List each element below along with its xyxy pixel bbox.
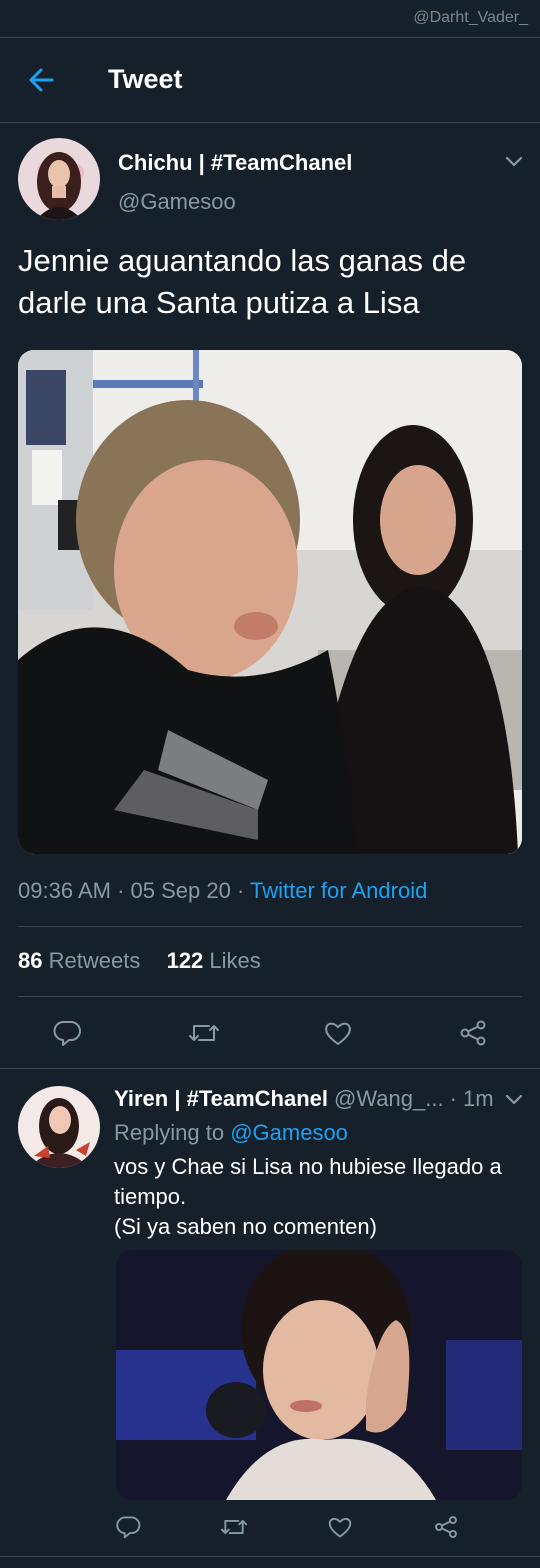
reply-time: · 1m [449,1086,494,1111]
reply-share-button[interactable] [433,1514,459,1545]
back-button[interactable] [22,60,62,100]
reply-text: vos y Chae si Lisa no hubiese llegado a … [114,1154,502,1239]
reply-menu-button[interactable] [503,1088,525,1110]
tweet-stats: 86 Retweets 122 Likes [18,948,261,974]
avatar[interactable] [18,138,100,220]
meta-separator: · [117,878,131,903]
tweet-source-link[interactable]: Twitter for Android [250,878,427,903]
like-button[interactable] [323,1018,353,1053]
reply-reply-button[interactable] [116,1514,142,1545]
retweets-stat[interactable]: 86 Retweets [18,948,146,973]
divider [0,1556,540,1557]
tweet-timestamp: 09:36 AM · 05 Sep 20 · Twitter for Andro… [18,878,427,904]
heart-icon [328,1517,352,1538]
avatar-image [18,1086,100,1168]
meta-separator: · [236,878,251,903]
watermark: @Darht_Vader_ [413,9,528,26]
divider [18,926,522,927]
divider [0,1068,540,1069]
share-button[interactable] [458,1018,488,1053]
heart-icon [325,1022,351,1045]
chevron-down-icon [505,1094,523,1105]
retweet-button[interactable] [187,1018,221,1053]
share-icon [435,1516,457,1538]
likes-count: 122 [166,948,204,973]
reply-icon [116,1516,141,1539]
retweet-icon [189,1025,219,1041]
divider [0,122,540,123]
reply-handle[interactable]: @Wang_... [334,1086,444,1112]
retweets-label: Retweets [48,948,141,973]
reply-author-row: Yiren | #TeamChanel @Wang_... · 1m [114,1086,494,1112]
chevron-down-icon [505,156,523,167]
page-title: Tweet [108,64,183,94]
arrow-left-icon [29,68,54,92]
reply-retweet-button[interactable] [219,1514,249,1545]
author-display-name[interactable]: Chichu | #TeamChanel [118,150,352,176]
replying-to: Replying to @Gamesoo [114,1120,348,1146]
likes-label: Likes [209,948,261,973]
tweet-time: 09:36 AM [18,878,111,903]
replying-to-label: Replying to [114,1120,225,1145]
replying-to-handle[interactable]: @Gamesoo [230,1120,348,1145]
likes-stat[interactable]: 122 Likes [167,948,261,973]
reply-button[interactable] [53,1018,83,1053]
tweet-media[interactable] [18,350,522,854]
author-handle[interactable]: @Gamesoo [118,189,236,215]
reply-avatar[interactable] [18,1086,100,1168]
tweet-date: 05 Sep 20 [130,878,231,903]
tweet-menu-button[interactable] [503,150,525,172]
reply-media[interactable] [116,1250,522,1500]
divider [18,996,522,997]
tweet-photo [18,350,522,854]
tweet-text: Jennie aguantando las ganas de darle una… [18,243,467,320]
reply-display-name[interactable]: Yiren | #TeamChanel [114,1086,328,1112]
share-icon [460,1020,486,1046]
reply-icon [53,1020,81,1046]
author-handle-row: @Gamesoo [118,189,236,215]
top-bar: Tweet [0,38,540,122]
author-name-row: Chichu | #TeamChanel [118,150,352,176]
reply-photo [116,1250,522,1500]
avatar-image [18,138,100,220]
retweet-icon [220,1519,248,1535]
reply-like-button[interactable] [327,1514,353,1545]
retweets-count: 86 [18,948,43,973]
